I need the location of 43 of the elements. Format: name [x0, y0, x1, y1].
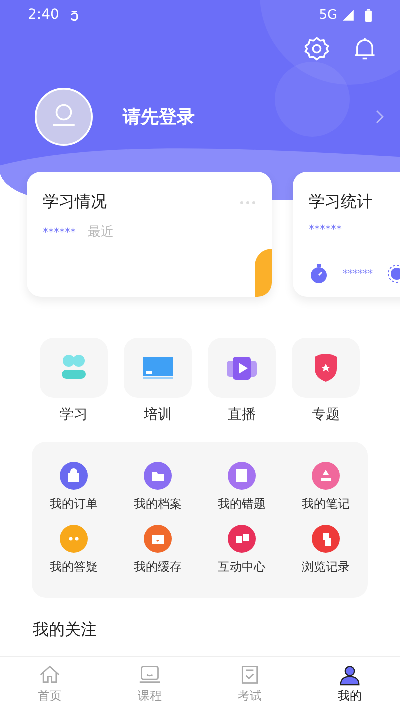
network-label: 5G — [319, 8, 338, 22]
service-label[interactable]: 我的笔记 — [302, 496, 350, 513]
service-label[interactable]: 互动中心 — [218, 559, 266, 576]
battery-icon — [364, 8, 372, 22]
service-label[interactable]: 我的错题 — [218, 496, 266, 513]
checklist-icon — [239, 664, 261, 686]
stopwatch-icon — [309, 264, 329, 284]
shortcut-label: 直播 — [228, 406, 256, 424]
service-label[interactable]: 我的档案 — [134, 496, 182, 513]
service-label[interactable]: 浏览记录 — [302, 559, 350, 576]
login-prompt[interactable]: 请先登录 — [123, 105, 195, 129]
masked-value: ****** — [343, 268, 373, 280]
card-subtitle: 最近 — [88, 224, 114, 241]
shortcut-label: 培训 — [144, 406, 172, 424]
stats-card[interactable]: 学习情况 ****** 最近 — [27, 172, 272, 297]
card-title: 学习情况 — [43, 192, 107, 213]
shortcut-tile[interactable] — [292, 338, 360, 398]
signal-icon — [342, 8, 355, 22]
box-icon[interactable] — [144, 525, 172, 553]
avatar-icon[interactable] — [32, 88, 96, 146]
status-time: 2:40 — [28, 7, 60, 23]
shortcut-label: 学习 — [60, 406, 88, 424]
person-icon — [339, 664, 361, 686]
card-title: 学习统计 — [309, 192, 373, 213]
shortcut-tile[interactable] — [208, 338, 276, 398]
service-label[interactable]: 我的答疑 — [50, 559, 98, 576]
chat-icon[interactable] — [60, 525, 88, 553]
service-label[interactable]: 我的订单 — [50, 496, 98, 513]
folder-icon[interactable] — [144, 462, 172, 490]
masked-value: ****** — [309, 223, 342, 236]
laptop-icon — [139, 664, 161, 686]
home-icon — [39, 664, 61, 686]
shortcut-label: 专题 — [312, 406, 340, 424]
stats-card[interactable]: 学习统计 ****** ****** — [293, 172, 400, 297]
tab-item[interactable]: 我的 — [300, 657, 400, 711]
masked-value: ****** — [43, 226, 76, 238]
corner-tab — [255, 249, 272, 297]
shortcut-tile[interactable] — [40, 338, 108, 398]
shortcut-tile[interactable] — [124, 338, 192, 398]
service-label[interactable]: 我的缓存 — [134, 559, 182, 576]
chevron-right-icon[interactable] — [376, 110, 384, 124]
settings-icon[interactable] — [304, 36, 330, 62]
section-title: 我的关注 — [32, 619, 97, 641]
